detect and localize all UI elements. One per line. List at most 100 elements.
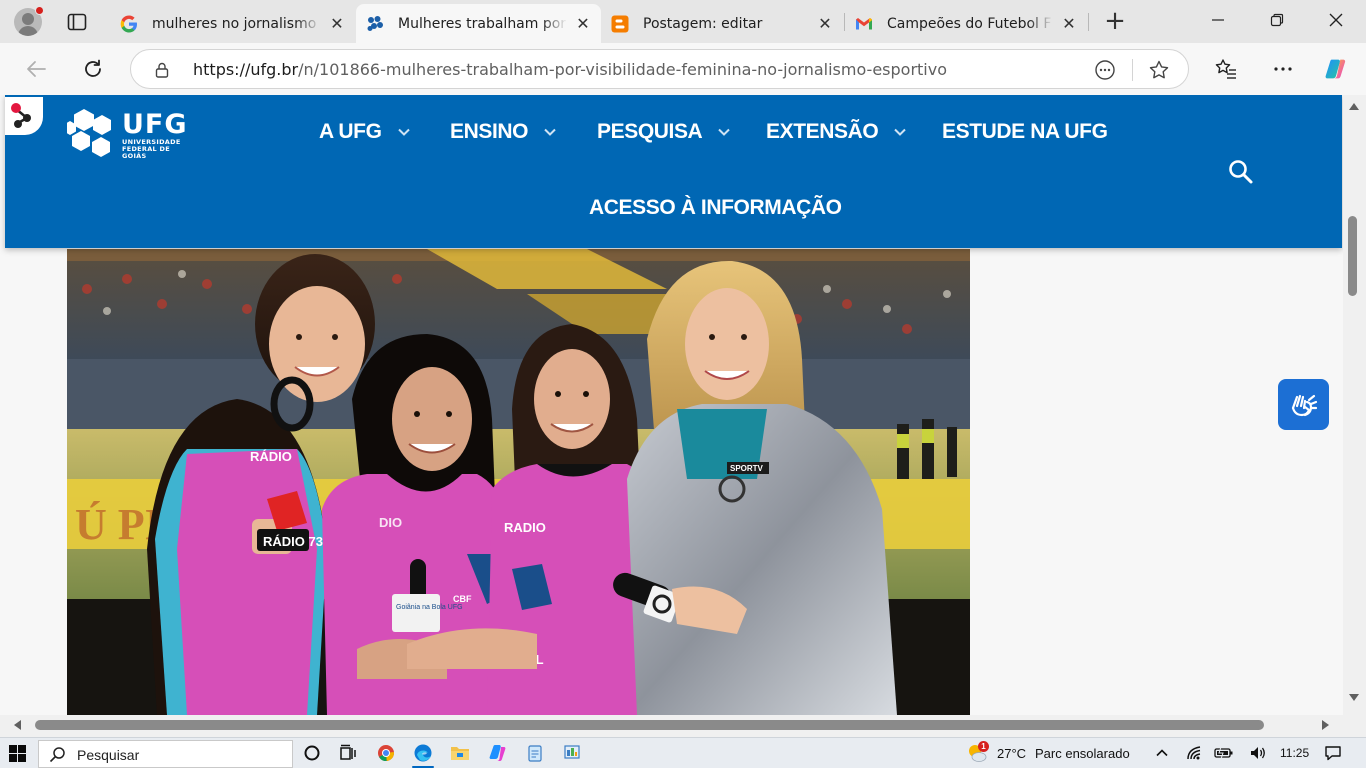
tab-google-search[interactable]: mulheres no jornalismo ✕ [110, 4, 355, 43]
close-tab-icon[interactable]: ✕ [817, 15, 833, 32]
more-tools-icon[interactable] [1094, 59, 1116, 81]
menu-label: ESTUDE NA UFG [942, 120, 1108, 143]
file-explorer-icon[interactable] [450, 743, 470, 763]
ufg-logo-icon [64, 109, 111, 157]
chrome-icon[interactable] [376, 743, 396, 763]
vlibras-accessibility-button[interactable] [1278, 379, 1329, 430]
url-origin: https://ufg.br [193, 60, 299, 79]
scroll-right-arrow-icon[interactable] [1322, 720, 1329, 730]
favorite-star-icon[interactable] [1148, 59, 1170, 81]
refresh-button[interactable] [80, 56, 106, 82]
control-panel-icon[interactable] [562, 743, 582, 763]
tab-title: mulheres no jornalismo [152, 15, 317, 32]
cortana-circle-icon[interactable] [302, 743, 322, 763]
windows-start-icon[interactable] [9, 745, 26, 762]
site-search-icon[interactable] [1227, 158, 1255, 186]
tab-gmail[interactable]: Campeões do Futebol F ✕ [845, 4, 1087, 43]
menu-a-ufg[interactable]: A UFG [319, 120, 412, 144]
favorites-list-icon[interactable] [1214, 57, 1238, 81]
menu-pesquisa[interactable]: PESQUISA [597, 120, 732, 144]
svg-text:DIO: DIO [379, 515, 402, 530]
copilot-taskbar-icon[interactable] [488, 743, 508, 763]
scrollbar-corner [1343, 715, 1366, 737]
vertical-scrollbar[interactable] [1343, 95, 1366, 715]
clock-time[interactable]: 11:25 [1280, 746, 1309, 760]
site-header: UFG UNIVERSIDADE FEDERAL DE GOIÁS A UFG … [5, 95, 1342, 248]
photo-jacket-text: SPORTV [730, 464, 764, 473]
photo-bib-text-1: RÁDIO [250, 449, 292, 464]
close-window-button[interactable] [1324, 10, 1348, 34]
taskbar-search-placeholder: Pesquisar [77, 747, 140, 763]
close-tab-icon[interactable]: ✕ [329, 15, 345, 32]
scroll-up-arrow-icon[interactable] [1349, 103, 1359, 110]
address-bar[interactable]: https://ufg.br/n/101866-mulheres-trabalh… [130, 49, 1189, 89]
gmail-icon [855, 15, 873, 33]
back-button[interactable] [23, 56, 49, 82]
extension-badge[interactable] [5, 97, 43, 135]
menu-extensao[interactable]: EXTENSÃO [766, 120, 908, 144]
restore-button[interactable] [1265, 10, 1289, 34]
tab-title: Mulheres trabalham por [398, 15, 567, 32]
menu-label: ENSINO [450, 120, 529, 143]
sign-language-hands-icon [1291, 394, 1317, 416]
task-view-icon[interactable] [338, 743, 358, 763]
lock-icon[interactable] [153, 61, 171, 79]
scroll-down-arrow-icon[interactable] [1349, 694, 1359, 701]
article-photo: Ú PI RÁDIO RÁDIO 730 DIO CBF Goiânia na … [67, 249, 970, 715]
close-tab-icon[interactable]: ✕ [575, 15, 591, 32]
google-icon [120, 15, 138, 33]
menu-ensino[interactable]: ENSINO [450, 120, 558, 144]
chevron-down-icon [397, 128, 410, 136]
photo-cbf-text: CBF [453, 594, 472, 604]
new-tab-button[interactable]: + [1103, 8, 1127, 34]
search-icon [49, 746, 66, 763]
horizontal-scroll-thumb[interactable] [35, 720, 1264, 730]
menu-label: ACESSO À INFORMAÇÃO [589, 196, 842, 219]
close-tab-icon[interactable]: ✕ [1061, 15, 1077, 32]
notepad-icon[interactable] [525, 743, 545, 763]
ufg-logo-word: UFG [122, 109, 188, 140]
url-text: https://ufg.br/n/101866-mulheres-trabalh… [193, 60, 947, 79]
chevron-up-icon[interactable] [1152, 743, 1172, 763]
weather-temperature[interactable]: 27°C [997, 746, 1026, 761]
menu-acesso-a-informacao[interactable]: ACESSO À INFORMAÇÃO [589, 196, 842, 220]
volume-icon[interactable] [1248, 743, 1268, 763]
edge-icon[interactable] [413, 743, 433, 763]
page-viewport: Ú PI RÁDIO RÁDIO 730 DIO CBF Goiânia na … [0, 95, 1343, 715]
menu-label: A UFG [319, 120, 382, 143]
tab-blogger[interactable]: Postagem: editar ✕ [601, 4, 843, 43]
taskbar-search-box[interactable]: Pesquisar [38, 740, 293, 768]
notification-center-icon[interactable] [1323, 743, 1343, 763]
wifi-icon[interactable] [1185, 743, 1205, 763]
scroll-left-arrow-icon[interactable] [14, 720, 21, 730]
menu-estude-na-ufg[interactable]: ESTUDE NA UFG [942, 120, 1108, 144]
weather-description[interactable]: Parc ensolarado [1035, 746, 1130, 761]
tab-strip: mulheres no jornalismo ✕ Mulheres trabal… [0, 0, 1366, 43]
photo-mic-text-2: Goiânia na Bola UFG [396, 604, 463, 611]
browser-toolbar: https://ufg.br/n/101866-mulheres-trabalh… [0, 43, 1366, 95]
settings-menu-icon[interactable] [1271, 57, 1295, 81]
tab-title: Postagem: editar [643, 15, 763, 32]
vertical-scroll-thumb[interactable] [1348, 216, 1357, 296]
battery-icon[interactable] [1214, 743, 1234, 763]
weather-notification-badge: 1 [978, 741, 989, 752]
notification-dot [35, 6, 44, 15]
horizontal-scrollbar[interactable] [0, 715, 1343, 737]
chevron-down-icon [544, 128, 556, 136]
ufg-favicon-icon [366, 15, 384, 33]
photo-mic-text-1: RÁDIO 730 [263, 534, 330, 549]
tab-ufg-article[interactable]: Mulheres trabalham por ✕ [356, 4, 601, 43]
photo-bib-text-2: RADIO [504, 520, 546, 535]
windows-taskbar: Pesquisar 1 27°C Parc ensolarado 11:25 [0, 737, 1366, 768]
minimize-button[interactable] [1206, 10, 1230, 34]
share-nodes-icon [11, 103, 31, 128]
tab-actions-icon[interactable] [66, 11, 88, 33]
ufg-logo-subtitle: UNIVERSIDADE FEDERAL DE GOIÁS [122, 138, 181, 160]
chevron-down-icon [894, 128, 907, 136]
url-path: /n/101866-mulheres-trabalham-por-visibil… [298, 60, 947, 79]
menu-label: EXTENSÃO [766, 120, 879, 143]
tab-separator [1088, 13, 1089, 31]
ufg-logo[interactable]: UFG UNIVERSIDADE FEDERAL DE GOIÁS [64, 107, 188, 160]
copilot-icon[interactable] [1324, 57, 1348, 81]
chevron-down-icon [718, 128, 731, 136]
